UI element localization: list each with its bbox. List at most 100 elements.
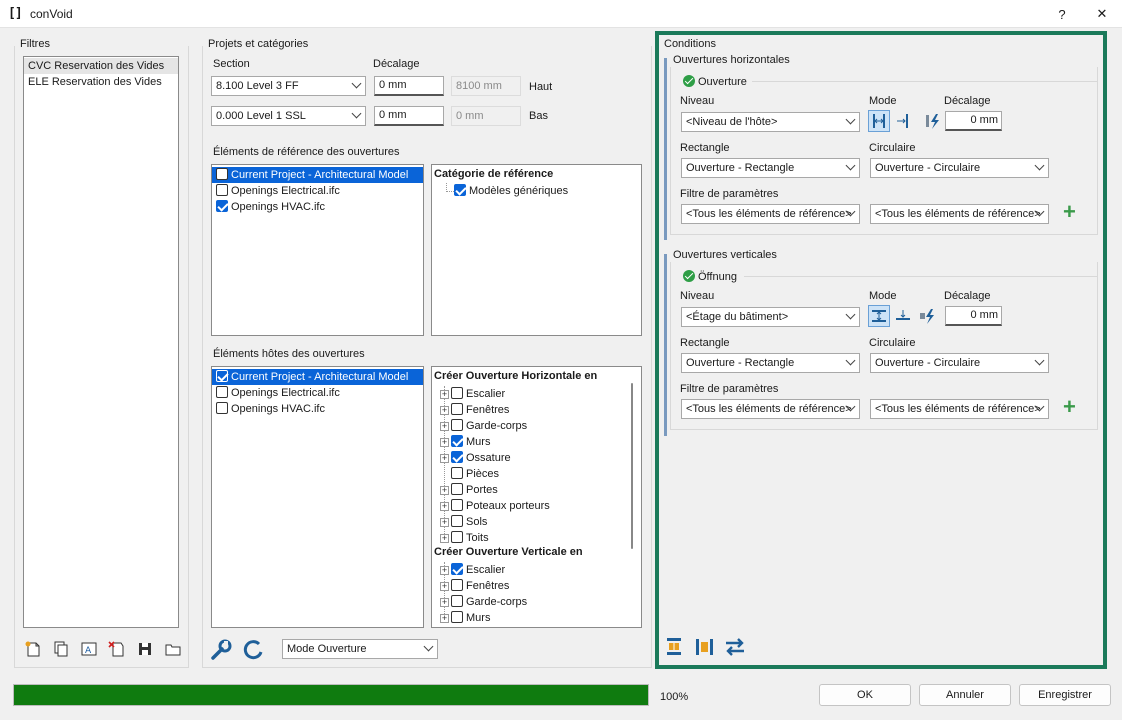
checkbox-checked[interactable] xyxy=(451,435,463,447)
open-folder-icon[interactable] xyxy=(162,638,184,660)
checkbox[interactable] xyxy=(216,184,228,196)
checkbox[interactable] xyxy=(451,467,463,479)
expand-icon[interactable]: + xyxy=(440,438,449,447)
tree-item[interactable]: + Escalier xyxy=(440,562,505,578)
swap-icon[interactable] xyxy=(724,636,746,658)
help-button[interactable]: ? xyxy=(1042,0,1082,28)
checkbox-checked[interactable] xyxy=(451,451,463,463)
v-add-filter-icon[interactable]: + xyxy=(1063,396,1076,418)
new-filter-icon[interactable] xyxy=(22,638,44,660)
tree-item[interactable]: + Sols xyxy=(440,514,487,530)
delete-filter-icon[interactable] xyxy=(106,638,128,660)
expand-icon[interactable]: + xyxy=(440,390,449,399)
horizontal-condition-icon[interactable] xyxy=(664,636,686,658)
checkbox[interactable] xyxy=(451,403,463,415)
h-offset-input[interactable]: 0 mm xyxy=(945,111,1002,131)
ok-button[interactable]: OK xyxy=(819,684,911,706)
checkbox[interactable] xyxy=(451,419,463,431)
filter-item-cvc[interactable]: CVC Reservation des Vides xyxy=(24,58,178,74)
h-filter-a-select[interactable]: <Tous les éléments de référence> xyxy=(681,204,860,224)
top-section-select[interactable]: 8.100 Level 3 FF xyxy=(211,76,366,96)
checkbox[interactable] xyxy=(451,499,463,511)
top-offset-input[interactable]: 0 mm xyxy=(374,76,444,96)
mode-vertical-align-icon[interactable] xyxy=(892,305,914,327)
wrench-icon[interactable] xyxy=(208,637,234,663)
v-filter-b-select[interactable]: <Tous les éléments de référence> xyxy=(870,399,1049,419)
mode-lightning-icon[interactable] xyxy=(916,305,938,327)
tree-item[interactable]: + Toits xyxy=(440,530,489,546)
v-circ-select[interactable]: Ouverture - Circulaire xyxy=(870,353,1049,373)
reference-list[interactable]: Current Project - Architectural Model Op… xyxy=(211,164,424,336)
reference-item-electrical[interactable]: Openings Electrical.ifc xyxy=(212,183,423,199)
filters-list[interactable]: CVC Reservation des Vides ELE Reservatio… xyxy=(23,56,179,628)
tree-item[interactable]: + Fenêtres xyxy=(440,578,509,594)
expand-icon[interactable]: + xyxy=(440,614,449,623)
h-filter-b-select[interactable]: <Tous les éléments de référence> xyxy=(870,204,1049,224)
checkbox[interactable] xyxy=(451,483,463,495)
refresh-icon[interactable] xyxy=(240,637,266,663)
mode-select[interactable]: Mode Ouverture xyxy=(282,639,438,659)
checkbox[interactable] xyxy=(451,579,463,591)
expand-icon[interactable]: + xyxy=(440,502,449,511)
tree-item[interactable]: + Portes xyxy=(440,482,498,498)
checkbox-checked[interactable] xyxy=(216,200,228,212)
checkbox[interactable] xyxy=(216,168,228,180)
checkbox[interactable] xyxy=(216,386,228,398)
checkbox[interactable] xyxy=(451,515,463,527)
host-item-hvac[interactable]: Openings HVAC.ifc xyxy=(212,401,423,417)
save-filter-icon[interactable] xyxy=(134,638,156,660)
copy-filter-icon[interactable] xyxy=(50,638,72,660)
vertical-condition-icon[interactable] xyxy=(694,636,716,658)
v-rect-select[interactable]: Ouverture - Rectangle xyxy=(681,353,860,373)
checkbox[interactable] xyxy=(216,402,228,414)
reference-item-hvac[interactable]: Openings HVAC.ifc xyxy=(212,199,423,215)
host-item-electrical[interactable]: Openings Electrical.ifc xyxy=(212,385,423,401)
hosts-list[interactable]: Current Project - Architectural Model Op… xyxy=(211,366,424,628)
mode-center-icon[interactable] xyxy=(868,110,890,132)
mode-vertical-center-icon[interactable] xyxy=(868,305,890,327)
tree-item[interactable]: Pièces xyxy=(440,466,499,482)
tree-item[interactable]: + Garde-corps xyxy=(440,418,527,434)
expand-icon[interactable]: + xyxy=(440,406,449,415)
h-level-select[interactable]: <Niveau de l'hôte> xyxy=(681,112,860,132)
expand-icon[interactable]: + xyxy=(440,422,449,431)
expand-icon[interactable]: + xyxy=(440,486,449,495)
checkbox-checked[interactable] xyxy=(216,370,228,382)
bottom-offset-input[interactable]: 0 mm xyxy=(374,106,444,126)
expand-icon[interactable]: + xyxy=(440,582,449,591)
tree-item[interactable]: + Poteaux porteurs xyxy=(440,498,550,514)
expand-icon[interactable]: + xyxy=(440,534,449,543)
tree-item[interactable]: + Ossature xyxy=(440,450,511,466)
checkbox-checked[interactable] xyxy=(454,184,466,196)
h-rect-select[interactable]: Ouverture - Rectangle xyxy=(681,158,860,178)
mode-lightning-icon[interactable] xyxy=(922,110,944,132)
host-category-tree[interactable]: Créer Ouverture Horizontale en + Escalier… xyxy=(431,366,642,628)
checkbox[interactable] xyxy=(451,387,463,399)
tree-item[interactable]: + Garde-corps xyxy=(440,594,527,610)
category-item-generic-models[interactable]: Modèles génériques xyxy=(454,183,568,199)
expand-icon[interactable]: + xyxy=(440,598,449,607)
h-circ-select[interactable]: Ouverture - Circulaire xyxy=(870,158,1049,178)
checkbox-checked[interactable] xyxy=(451,563,463,575)
tree-scrollbar[interactable] xyxy=(631,383,633,549)
tree-item[interactable]: + Escalier xyxy=(440,386,505,402)
reference-category-tree[interactable]: Catégorie de référence Modèles générique… xyxy=(431,164,642,336)
checkbox[interactable] xyxy=(451,531,463,543)
mode-align-icon[interactable] xyxy=(892,110,914,132)
tree-item[interactable]: + Murs xyxy=(440,434,490,450)
rename-filter-icon[interactable]: A xyxy=(78,638,100,660)
tree-item[interactable]: + Fenêtres xyxy=(440,402,509,418)
expand-icon[interactable]: + xyxy=(440,518,449,527)
cancel-button[interactable]: Annuler xyxy=(919,684,1011,706)
host-item-architectural[interactable]: Current Project - Architectural Model xyxy=(212,369,423,385)
bottom-section-select[interactable]: 0.000 Level 1 SSL xyxy=(211,106,366,126)
close-button[interactable]: ✕ xyxy=(1082,0,1122,28)
h-add-filter-icon[interactable]: + xyxy=(1063,201,1076,223)
expand-icon[interactable]: + xyxy=(440,454,449,463)
checkbox[interactable] xyxy=(451,595,463,607)
reference-item-architectural[interactable]: Current Project - Architectural Model xyxy=(212,167,423,183)
v-filter-a-select[interactable]: <Tous les éléments de référence> xyxy=(681,399,860,419)
filter-item-ele[interactable]: ELE Reservation des Vides xyxy=(24,74,178,90)
v-level-select[interactable]: <Étage du bâtiment> xyxy=(681,307,860,327)
tree-item[interactable]: + Murs xyxy=(440,610,490,626)
